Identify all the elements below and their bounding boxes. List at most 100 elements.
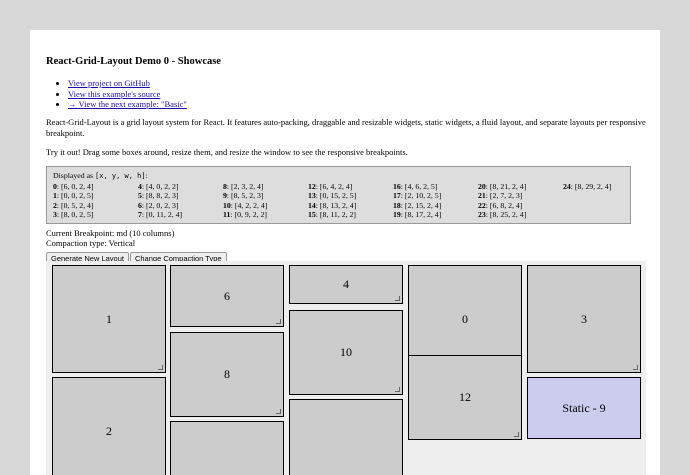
layout-entry-id: 13 <box>308 191 316 201</box>
layout-entry: 24: [8, 29, 2, 4] <box>563 181 612 191</box>
grid-item[interactable] <box>289 399 403 475</box>
layout-entry-value: [0, 5, 2, 4] <box>61 200 94 210</box>
layout-entry-value: [2, 3, 2, 4] <box>231 181 264 191</box>
layout-entry: 19: [8, 17, 2, 4] <box>393 210 442 220</box>
layout-entry: 10: [4, 2, 2, 4] <box>223 200 268 210</box>
breakpoint-text: Current Breakpoint: md (10 columns) <box>46 228 175 238</box>
layout-entry: 7: [0, 11, 2, 4] <box>138 210 183 220</box>
layout-entry-value: [2, 7, 2, 3] <box>489 191 523 201</box>
layout-entry: 11: [0, 9, 2, 2] <box>223 210 267 220</box>
layout-entry-value: [6, 4, 2, 4] <box>319 181 353 191</box>
layout-column: 24: [8, 29, 2, 4] <box>563 182 611 192</box>
next-example-link[interactable]: → View the next example: "Basic" <box>68 99 187 109</box>
layout-entry: 20: [8, 21, 2, 4] <box>478 181 527 191</box>
layout-entry-id: 12 <box>308 181 316 191</box>
layout-entry-value: [8, 17, 2, 4] <box>404 210 442 220</box>
grid-item[interactable]: 2 <box>52 377 166 475</box>
layout-column: 12: [6, 4, 2, 4] 13: [0, 15, 2, 5] 14: [8,… <box>308 182 356 220</box>
layout-display: Displayed as [x, y, w, h]: 0: [6, 0, 2, … <box>46 166 631 224</box>
layout-entry-id: 15 <box>308 210 316 220</box>
layout-entry-value: [2, 0, 2, 3] <box>146 200 179 210</box>
layout-column: 20: [8, 21, 2, 4] 21: [2, 7, 2, 3] 22: [6,… <box>478 182 526 220</box>
resize-handle-icon[interactable] <box>276 409 281 414</box>
layout-entry-id: 18 <box>393 200 401 210</box>
grid-item[interactable]: 3 <box>527 265 641 373</box>
layout-entry: 14: [8, 13, 2, 4] <box>308 200 357 210</box>
layout-entry-id: 14 <box>308 200 316 210</box>
layout-entry: 16: [4, 6, 2, 5] <box>393 181 438 191</box>
grid-item[interactable]: 12 <box>408 355 522 440</box>
list-item: → View the next example: "Basic" <box>68 99 187 110</box>
layout-entry-id: 20 <box>478 181 486 191</box>
layout-entry: 8: [2, 3, 2, 4] <box>223 181 264 191</box>
grid-item-label: 12 <box>459 390 471 404</box>
layout-entry-value: [4, 0, 2, 2] <box>146 181 179 191</box>
grid-item-label: 6 <box>224 288 230 303</box>
grid-item[interactable]: 1 <box>52 265 166 373</box>
source-link[interactable]: View this example's source <box>68 89 160 99</box>
layout-format-code: [x, y, w, h] <box>95 172 146 180</box>
layout-entry-value: [8, 21, 2, 4] <box>489 181 527 191</box>
compaction-text: Compaction type: Vertical <box>46 238 136 248</box>
layout-entry-id: 22 <box>478 200 486 210</box>
layout-entry-id: 10 <box>223 200 231 210</box>
layout-entry-value: [4, 6, 2, 5] <box>404 181 438 191</box>
layout-entry-value: [8, 13, 2, 4] <box>319 200 357 210</box>
grid-item[interactable]: 4 <box>289 265 403 304</box>
layout-column: 4: [4, 0, 2, 2] 5: [8, 8, 2, 3] 6: [2, 0, … <box>138 182 182 220</box>
layout-entry: 17: [2, 10, 2, 5] <box>393 191 442 201</box>
grid-item-label: Static - 9 <box>562 400 606 415</box>
grid-item[interactable]: 8 <box>170 332 284 417</box>
layout-entry-value: [2, 10, 2, 5] <box>404 191 442 201</box>
grid-item-label: 1 <box>106 311 112 326</box>
layout-entry-value: [6, 8, 2, 4] <box>489 200 523 210</box>
grid-item[interactable] <box>170 421 284 475</box>
layout-entry: 9: [8, 5, 2, 3] <box>223 191 264 201</box>
layout-entry: 1: [0, 0, 2, 5] <box>53 191 94 201</box>
layout-entry: 13: [0, 15, 2, 5] <box>308 191 357 201</box>
layout-entry: 12: [6, 4, 2, 4] <box>308 181 353 191</box>
layout-entry-value: [8, 29, 2, 4] <box>574 181 612 191</box>
layout-entry: 4: [4, 0, 2, 2] <box>138 181 179 191</box>
github-link[interactable]: View project on GitHub <box>68 78 150 88</box>
try-it-text: Try it out! Drag some boxes around, resi… <box>46 147 408 157</box>
layout-entry-value: [2, 15, 2, 4] <box>404 200 442 210</box>
layout-entry-value: [0, 9, 2, 2] <box>234 210 267 220</box>
layout-entry-value: [6, 0, 2, 4] <box>61 181 94 191</box>
grid-item-label: 4 <box>343 277 349 291</box>
layout-entry: 2: [0, 5, 2, 4] <box>53 200 94 210</box>
layout-entry: 5: [8, 8, 2, 3] <box>138 191 179 201</box>
layout-entry-value: [8, 8, 2, 3] <box>146 191 179 201</box>
layout-entry: 22: [6, 8, 2, 4] <box>478 200 523 210</box>
layout-entry: 0: [6, 0, 2, 4] <box>53 181 94 191</box>
layout-entry-id: 23 <box>478 210 486 220</box>
layout-entry-value: [0, 15, 2, 5] <box>319 191 357 201</box>
link-list: View project on GitHub View this example… <box>68 78 187 110</box>
resize-handle-icon[interactable] <box>158 365 163 370</box>
layout-header-prefix: Displayed as <box>53 171 96 180</box>
grid-item[interactable]: 6 <box>170 265 284 327</box>
resize-handle-icon[interactable] <box>633 365 638 370</box>
layout-column: 0: [6, 0, 2, 4] 1: [0, 0, 2, 5] 2: [0, 5, … <box>53 182 94 220</box>
layout-entry: 18: [2, 15, 2, 4] <box>393 200 442 210</box>
list-item: View this example's source <box>68 89 187 100</box>
grid-item-label: 3 <box>581 311 587 326</box>
layout-columns: 0: [6, 0, 2, 4] 1: [0, 0, 2, 5] 2: [0, 5, … <box>53 182 624 222</box>
layout-header-suffix: : <box>145 171 148 180</box>
layout-entry: 3: [8, 0, 2, 5] <box>53 210 94 220</box>
layout-column: 16: [4, 6, 2, 5] 17: [2, 10, 2, 5] 18: [2,… <box>393 182 441 220</box>
grid-item-label: 2 <box>106 423 112 438</box>
layout-entry-value: [8, 5, 2, 3] <box>231 191 264 201</box>
layout-column: 8: [2, 3, 2, 4] 9: [8, 5, 2, 3] 10: [4, 2,… <box>223 182 267 220</box>
grid-item[interactable]: 10 <box>289 310 403 395</box>
resize-handle-icon[interactable] <box>395 387 400 392</box>
resize-handle-icon[interactable] <box>395 296 400 301</box>
layout-entry-value: [8, 11, 2, 2] <box>319 210 357 220</box>
page-title: React-Grid-Layout Demo 0 - Showcase <box>46 56 221 67</box>
resize-handle-icon[interactable] <box>276 319 281 324</box>
grid-item-label: 0 <box>462 311 468 326</box>
layout-entry-id: 24 <box>563 181 571 191</box>
layout-entry: 23: [8, 25, 2, 4] <box>478 210 527 220</box>
resize-handle-icon[interactable] <box>514 432 519 437</box>
grid-layout: 1 6 4 0 3 10 8 12 2 Static - 9 <box>46 261 646 475</box>
